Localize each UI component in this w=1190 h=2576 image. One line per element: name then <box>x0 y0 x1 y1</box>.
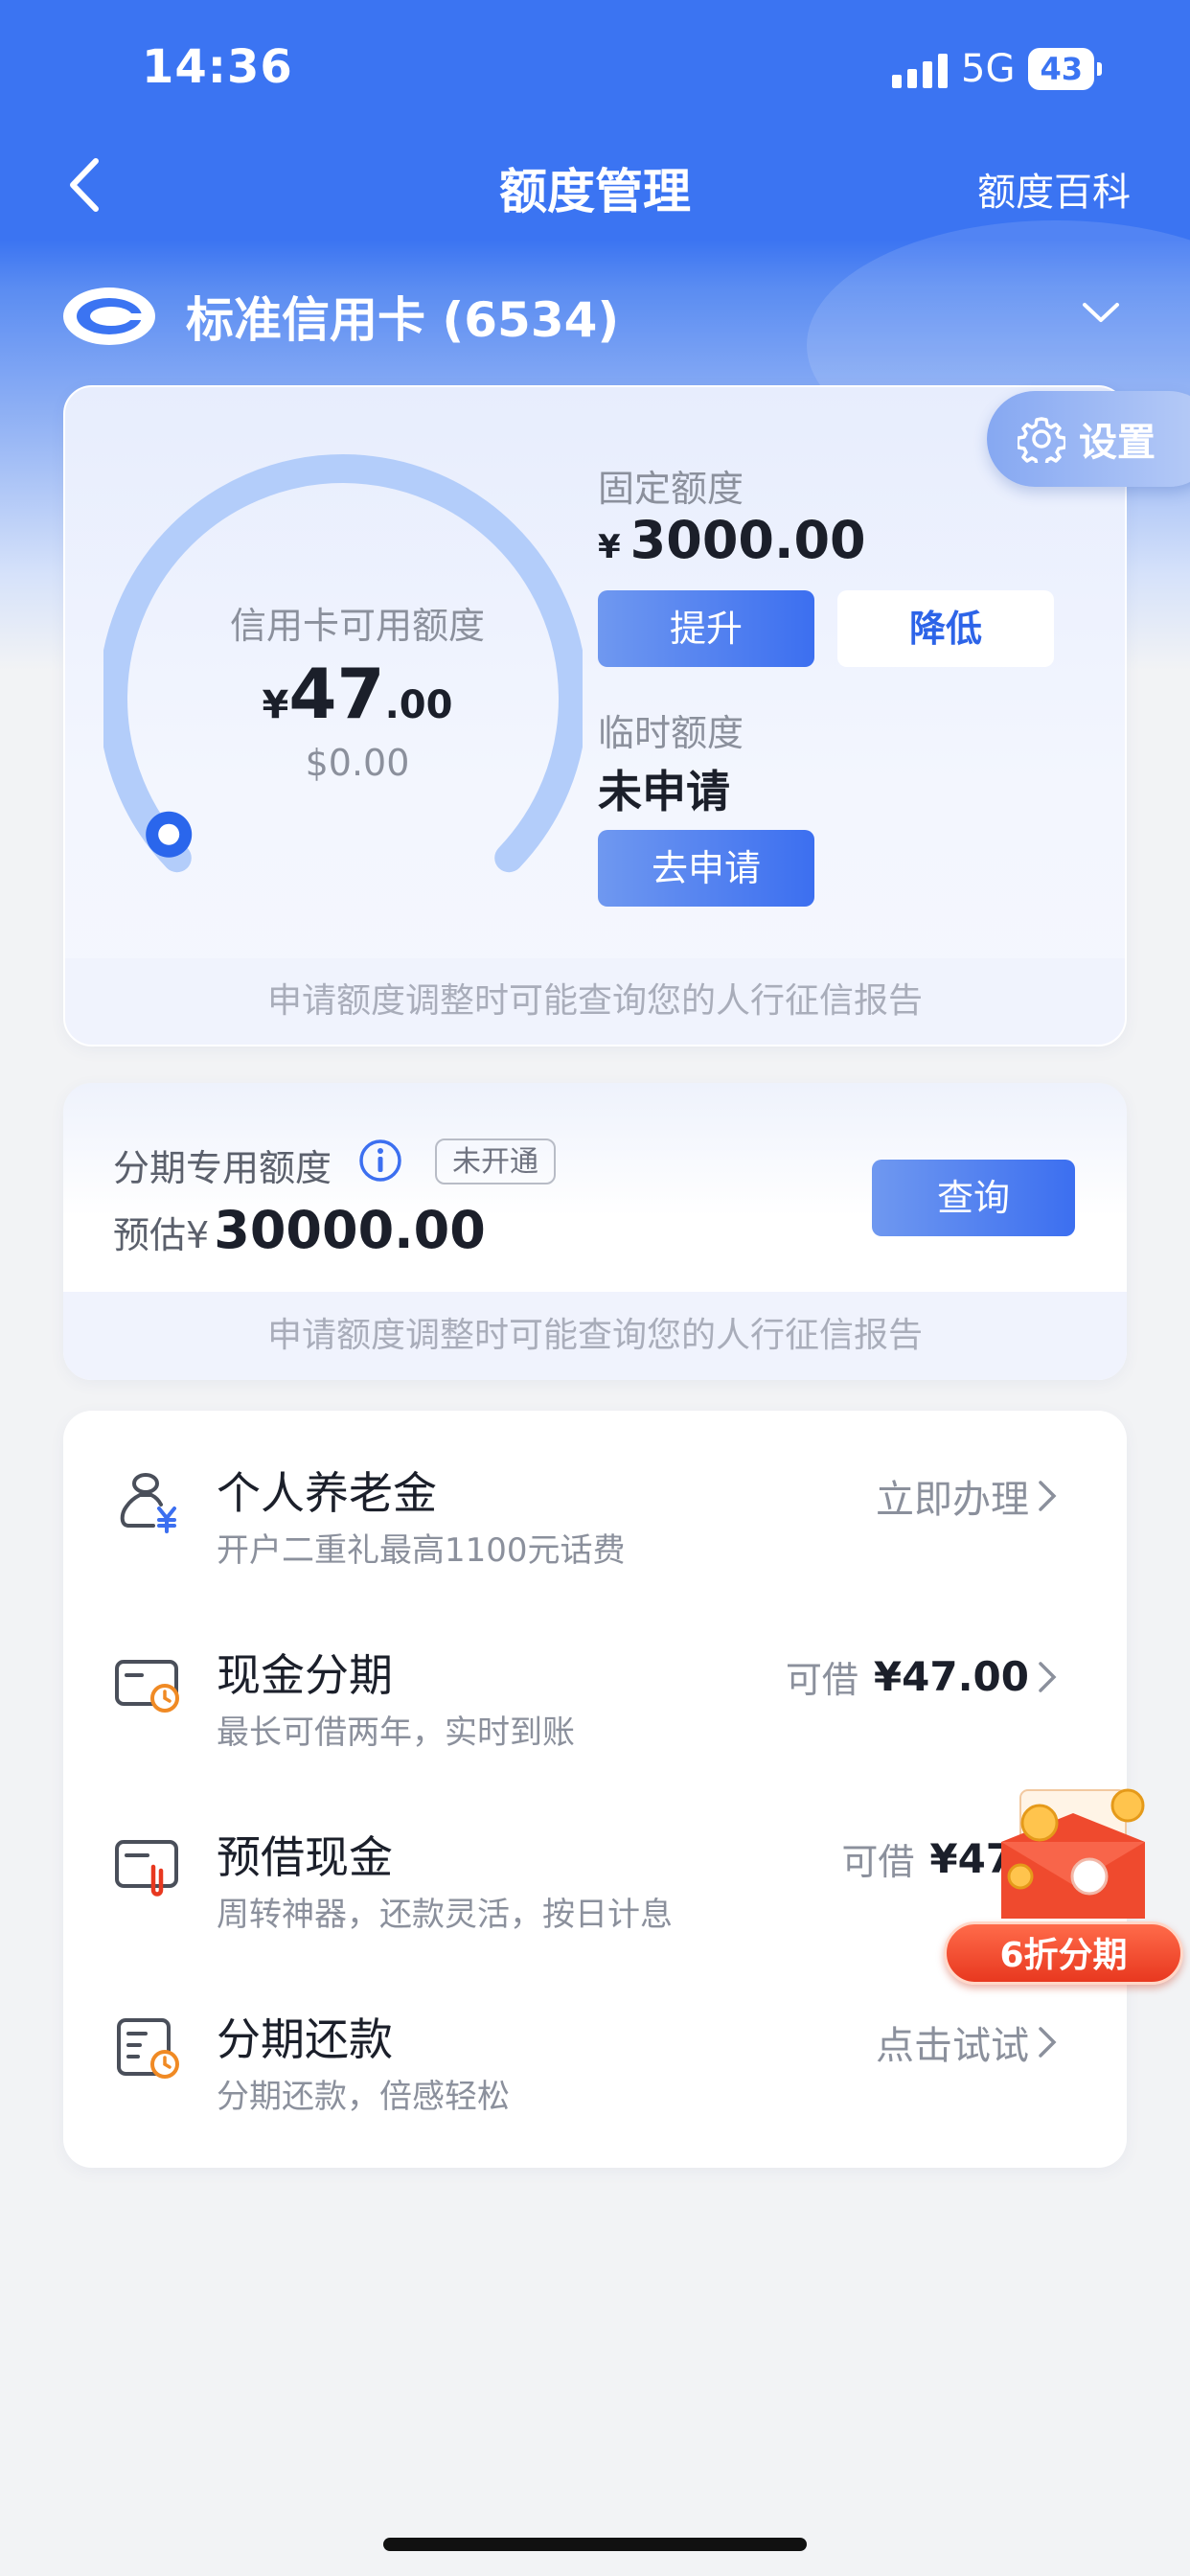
card-selector[interactable]: 标准信用卡 (6534) <box>61 278 619 355</box>
card-dropdown-toggle[interactable] <box>1079 288 1123 339</box>
query-button[interactable]: 查询 <box>872 1160 1075 1236</box>
amount-decimal: .00 <box>384 683 453 727</box>
installment-limit-card: 分期专用额度 未开通 预估¥ 30000.00 查询 申请额度调整时可能查询您的… <box>63 1083 1127 1380</box>
credit-limit-card: 信用卡可用额度 ¥47.00 $0.00 固定额度 ¥3000.00 提升 降低… <box>63 385 1127 1046</box>
bank-logo-icon <box>63 288 155 345</box>
installment-repay-icon <box>117 2018 179 2079</box>
quota-wiki-link[interactable]: 额度百科 <box>977 161 1131 217</box>
status-time: 14:36 <box>142 40 293 94</box>
lower-limit-button[interactable]: 降低 <box>837 590 1054 667</box>
status-badge: 未开通 <box>435 1138 556 1184</box>
item-action[interactable]: 点击试试 <box>876 2014 1058 2070</box>
item-title: 预借现金 <box>217 1831 393 1883</box>
item-action-label: 立即办理 <box>876 1478 1029 1522</box>
info-button[interactable] <box>358 1138 402 1183</box>
item-title: 分期还款 <box>217 2013 393 2065</box>
credit-report-notice: 申请额度调整时可能查询您的人行征信报告 <box>63 1292 1127 1380</box>
installment-limit-label: 分期专用额度 <box>113 1147 332 1189</box>
battery-level: 43 <box>1028 48 1094 90</box>
chevron-right-icon <box>1039 1481 1057 1511</box>
currency-symbol: ¥ <box>262 683 289 727</box>
list-item-cash-installment[interactable]: 现金分期 最长可借两年，实时到账 可借 ¥47.00 <box>63 1593 1127 1775</box>
item-amount: ¥47.00 <box>873 1653 1029 1700</box>
estimate-prefix: 预估¥ <box>113 1214 210 1256</box>
amount-integer: 47 <box>288 654 385 734</box>
info-icon <box>359 1139 401 1182</box>
red-envelope-icon <box>1001 1788 1145 1919</box>
estimate-amount: 30000.00 <box>214 1200 486 1260</box>
available-credit-amount: ¥47.00 <box>65 654 650 734</box>
card-name: 标准信用卡 (6534) <box>186 292 620 348</box>
temp-limit-label: 临时额度 <box>598 712 744 754</box>
fixed-limit-amount: 3000.00 <box>629 510 866 570</box>
item-action-label: 点击试试 <box>876 2024 1029 2068</box>
item-action[interactable]: 可借 ¥47.00 <box>786 1650 1058 1703</box>
network-type: 5G <box>961 47 1016 91</box>
apply-temp-limit-button[interactable]: 去申请 <box>598 830 814 907</box>
chevron-down-icon <box>1083 303 1119 322</box>
home-indicator <box>383 2538 807 2551</box>
item-subtitle: 开户二重礼最高1100元话费 <box>217 1531 626 1570</box>
cash-installment-icon <box>115 1660 179 1713</box>
item-action-label: 可借 <box>841 1841 915 1883</box>
chevron-right-icon <box>1039 1661 1057 1692</box>
chevron-right-icon <box>1039 2027 1057 2058</box>
currency-symbol: ¥ <box>598 528 621 566</box>
pension-icon <box>120 1473 176 1533</box>
list-item-pension[interactable]: 个人养老金 开户二重礼最高1100元话费 立即办理 <box>63 1411 1127 1593</box>
available-credit-usd: $0.00 <box>305 742 410 784</box>
installment-promo-float[interactable]: 6折分期 <box>944 1765 1187 1995</box>
cash-advance-icon <box>115 1840 178 1897</box>
item-subtitle: 周转神器，还款灵活，按日计息 <box>217 1896 673 1934</box>
signal-icon <box>892 50 949 88</box>
item-title: 现金分期 <box>217 1649 393 1701</box>
raise-limit-button[interactable]: 提升 <box>598 590 814 667</box>
fixed-limit-value: ¥3000.00 <box>598 510 866 570</box>
available-credit-label: 信用卡可用额度 <box>229 605 485 647</box>
credit-report-notice: 申请额度调整时可能查询您的人行征信报告 <box>65 958 1125 1045</box>
settings-label: 设置 <box>1079 421 1156 465</box>
item-action[interactable]: 立即办理 <box>876 1468 1058 1524</box>
settings-button[interactable]: 设置 <box>987 391 1190 487</box>
fixed-limit-label: 固定额度 <box>598 468 744 510</box>
item-action-label: 可借 <box>785 1659 858 1701</box>
item-title: 个人养老金 <box>217 1467 437 1519</box>
promo-label: 6折分期 <box>944 1921 1183 1985</box>
status-indicators: 5G 43 <box>892 46 1102 92</box>
temp-limit-value: 未申请 <box>598 766 730 817</box>
item-subtitle: 分期还款，倍感轻松 <box>217 2078 510 2116</box>
item-subtitle: 最长可借两年，实时到账 <box>217 1714 575 1752</box>
installment-estimate: 预估¥ 30000.00 <box>113 1200 486 1260</box>
gear-icon <box>1018 417 1065 463</box>
battery-icon: 43 <box>1028 48 1102 90</box>
